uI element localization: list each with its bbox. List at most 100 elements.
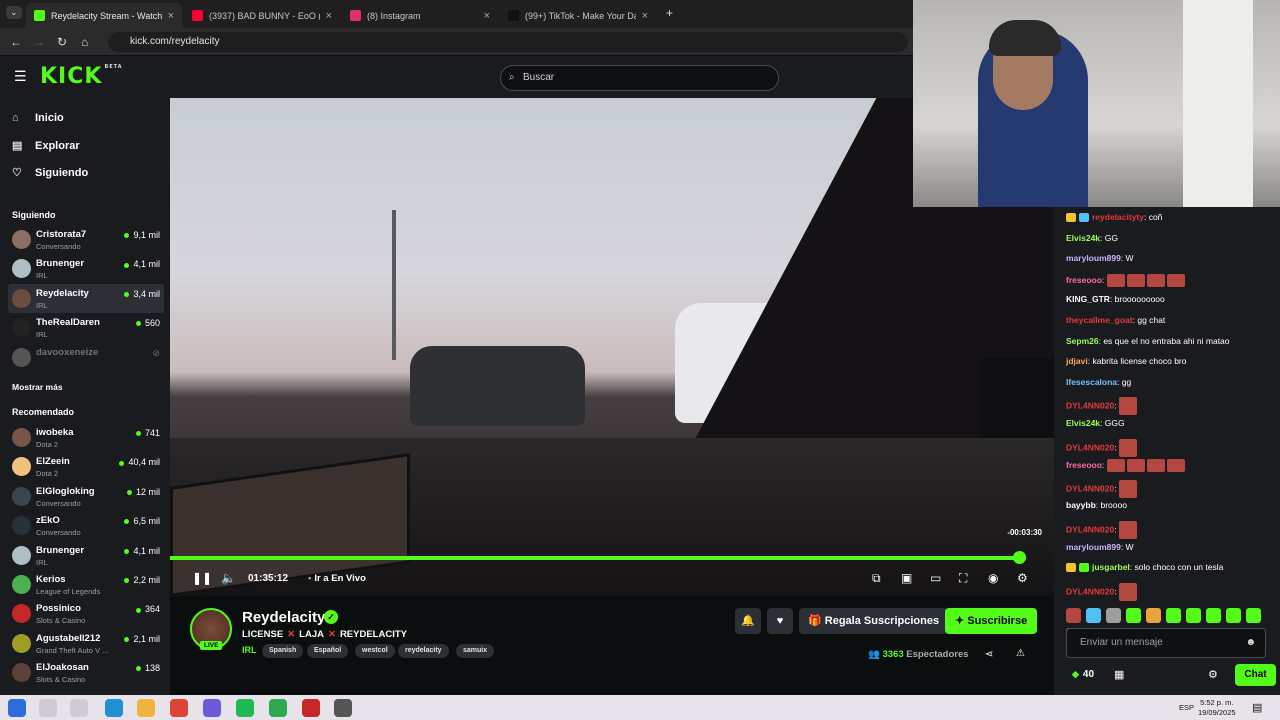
sidebar-channel[interactable]: Agustabell212 Grand Theft Auto V ... 2,1 m… <box>8 629 164 658</box>
chat-username[interactable]: KING_GTR <box>1066 294 1110 304</box>
spotify-icon[interactable] <box>236 699 254 717</box>
show-more-link[interactable]: Mostrar más <box>12 382 63 392</box>
search-icon[interactable] <box>39 699 57 717</box>
category-link[interactable]: IRL <box>242 645 257 655</box>
chat-username[interactable]: theycallme_goat <box>1066 315 1133 325</box>
chat-username[interactable]: freseooo <box>1066 275 1102 285</box>
seek-bar[interactable] <box>170 556 1019 560</box>
chat-username[interactable]: DYL4NN020 <box>1066 586 1114 596</box>
home-icon[interactable]: ⌂ <box>81 35 88 49</box>
windows-start-icon[interactable] <box>8 699 26 717</box>
tag[interactable]: samuix <box>456 644 495 658</box>
chat-username[interactable]: Sepm26 <box>1066 336 1099 346</box>
tag[interactable]: Español <box>307 644 349 658</box>
channel-points[interactable]: 40 <box>1072 669 1094 680</box>
browser-tab[interactable]: (3937) BAD BUNNY - EoO (Visu × <box>184 3 340 28</box>
emote-icon[interactable] <box>1126 608 1141 623</box>
sidebar-channel[interactable]: davooxeneize ⊘ <box>8 343 164 372</box>
browser-tab[interactable]: (8) Instagram × <box>342 3 498 28</box>
sidebar-channel[interactable]: ElJoakosan Slots & Casino 138 <box>8 658 164 687</box>
menu-icon[interactable]: ☰ <box>14 68 27 85</box>
share-icon[interactable]: ⋖ <box>985 649 993 660</box>
chat-username[interactable]: maryloum899 <box>1066 253 1121 263</box>
sidebar-channel[interactable]: TheRealDaren IRL 560 <box>8 313 164 342</box>
chat-username[interactable]: freseooo <box>1066 460 1102 470</box>
clock[interactable]: 5:52 p. m. 19/09/2025 <box>1198 698 1236 718</box>
chat-username[interactable]: Elvis24k <box>1066 233 1100 243</box>
emoji-icon[interactable]: ☻ <box>1245 629 1256 657</box>
sidebar-nav-explorar[interactable]: ▤ Explorar <box>12 139 80 153</box>
autoplay-icon[interactable]: ◉ <box>988 571 998 585</box>
browser-tab[interactable]: Reydelacity Stream - Watch × <box>26 3 182 28</box>
sidebar-channel[interactable]: Cristorata7 Conversando 9,1 mil <box>8 225 164 254</box>
discord-icon[interactable] <box>203 699 221 717</box>
theater-icon[interactable]: ▭ <box>930 571 941 585</box>
new-tab-button[interactable]: + <box>666 6 673 20</box>
settings-icon[interactable] <box>334 699 352 717</box>
sidebar-channel[interactable]: ElGlogloking Conversando 12 mil <box>8 482 164 511</box>
back-icon[interactable]: ← <box>10 35 22 49</box>
chat-username[interactable]: DYL4NN020 <box>1066 524 1114 534</box>
chat-username[interactable]: maryloum899 <box>1066 542 1121 552</box>
chat-username[interactable]: jusgarbel <box>1092 562 1130 572</box>
sidebar-channel[interactable]: zEkO Conversando 6,5 mil <box>8 511 164 540</box>
tab-close-icon[interactable]: × <box>326 10 332 22</box>
tab-close-icon[interactable]: × <box>484 10 490 22</box>
chat-username[interactable]: DYL4NN020 <box>1066 483 1114 493</box>
seek-handle[interactable] <box>1012 551 1026 564</box>
forward-icon[interactable]: → <box>33 35 45 49</box>
gift-subs-button[interactable]: 🎁 Regala Suscripciones <box>799 608 949 634</box>
emote-icon[interactable] <box>1246 608 1261 623</box>
task-view-icon[interactable] <box>70 699 88 717</box>
url-field[interactable]: kick.com/reydelacity <box>108 32 908 52</box>
sidebar-channel[interactable]: ElZeein Dota 2 40,4 mil <box>8 452 164 481</box>
subscribe-button[interactable]: ✦ Suscribirse <box>945 608 1038 634</box>
chrome-icon[interactable] <box>170 699 188 717</box>
chat-settings-icon[interactable]: ⚙ <box>1208 668 1218 681</box>
settings-gear-icon[interactable]: ⚙ <box>1017 571 1028 585</box>
sidebar-channel[interactable]: Reydelacity IRL 3,4 mil <box>8 283 164 313</box>
emote-icon[interactable] <box>1066 608 1081 623</box>
language-indicator[interactable]: ESP <box>1179 703 1194 712</box>
tab-search-button[interactable]: ⌄ <box>6 6 22 19</box>
tag[interactable]: Spanish <box>262 644 304 658</box>
chrome-active-icon[interactable] <box>269 699 287 717</box>
tag[interactable]: reydelacity <box>398 644 449 658</box>
chat-username[interactable]: bayybb <box>1066 500 1096 510</box>
pause-icon[interactable]: ❚❚ <box>192 571 212 585</box>
chat-username[interactable]: Elvis24k <box>1066 418 1100 428</box>
chat-username[interactable]: DYL4NN020 <box>1066 401 1114 411</box>
sidebar-channel[interactable]: Possinico Slots & Casino 364 <box>8 599 164 628</box>
app-icon[interactable] <box>302 699 320 717</box>
emote-icon[interactable] <box>1086 608 1101 623</box>
volume-icon[interactable]: 🔈 <box>221 571 236 585</box>
follow-heart-icon[interactable]: ♥ <box>767 608 793 634</box>
notification-bell-icon[interactable]: 🔔 <box>735 608 761 634</box>
fullscreen-icon[interactable]: ⛶ <box>959 571 967 586</box>
go-live-button[interactable]: Ir a En Vivo <box>308 573 366 584</box>
sidebar-nav-inicio[interactable]: ⌂ Inicio <box>12 112 64 124</box>
report-warning-icon[interactable]: ⚠ <box>1016 648 1025 659</box>
chat-username[interactable]: reydelacityty <box>1092 212 1144 222</box>
pip-icon[interactable]: ⧉ <box>872 571 881 586</box>
tab-close-icon[interactable]: × <box>168 10 174 22</box>
chat-message-input[interactable]: Enviar un mensaje ☻ <box>1066 628 1266 658</box>
search-input[interactable]: ⌕ Buscar <box>500 65 779 91</box>
chat-username[interactable]: jdjavi <box>1066 356 1088 366</box>
sidebar-nav-siguiendo[interactable]: ♡ Siguiendo <box>12 166 88 180</box>
emote-icon[interactable] <box>1146 608 1161 623</box>
notifications-icon[interactable]: ▤ <box>1252 701 1262 714</box>
emote-icon[interactable] <box>1106 608 1121 623</box>
emote-bar[interactable] <box>1066 608 1276 643</box>
folder-icon[interactable] <box>137 699 155 717</box>
edge-icon[interactable] <box>105 699 123 717</box>
tab-close-icon[interactable]: × <box>642 10 648 22</box>
sidebar-channel[interactable]: iwobeka Dota 2 741 <box>8 423 164 452</box>
kick-logo[interactable]: KICK BETA <box>40 64 123 89</box>
reload-icon[interactable]: ↻ <box>57 35 67 49</box>
chat-username[interactable]: DYL4NN020 <box>1066 442 1114 452</box>
emote-icon[interactable] <box>1166 608 1181 623</box>
browser-tab[interactable]: (99+) TikTok - Make Your Day × <box>500 3 656 28</box>
chat-send-button[interactable]: Chat <box>1235 664 1276 686</box>
sidebar-channel[interactable]: Brunenger IRL 4,1 mil <box>8 254 164 283</box>
